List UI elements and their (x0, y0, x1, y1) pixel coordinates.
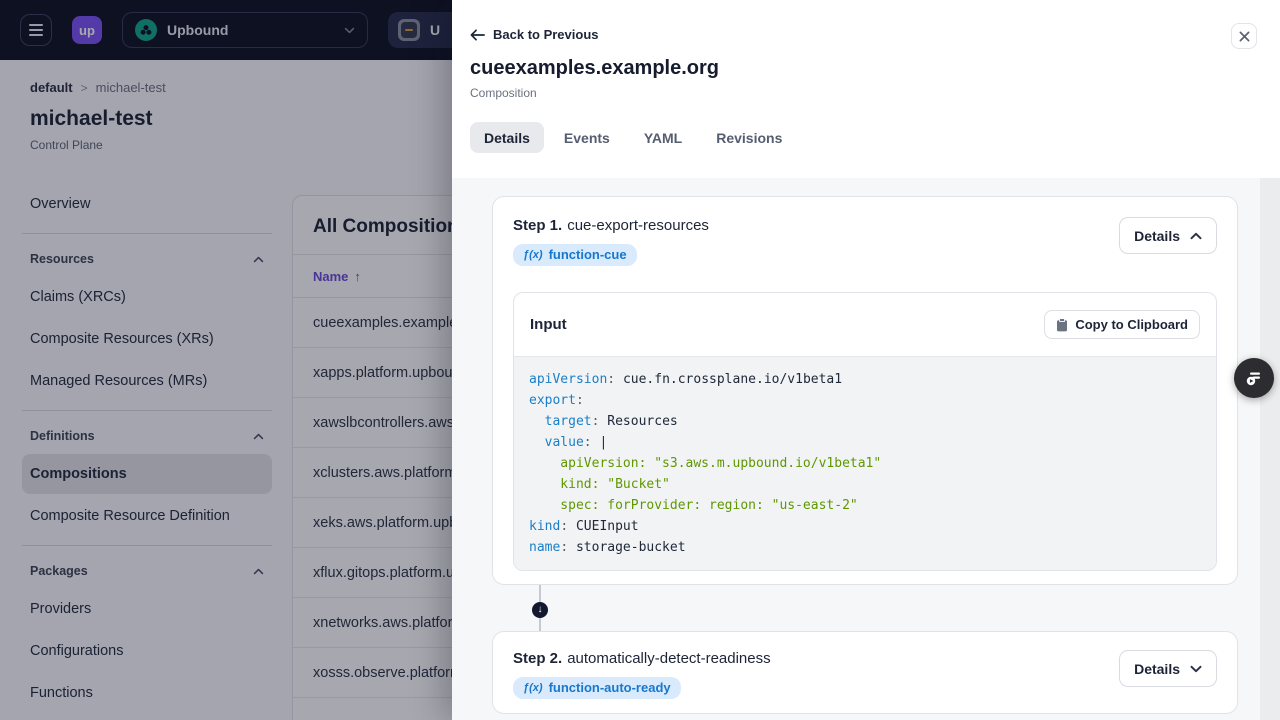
back-to-previous-link[interactable]: Back to Previous (470, 27, 599, 42)
function-badge-label: function-auto-ready (548, 680, 671, 695)
feedback-widget-button[interactable] (1234, 358, 1274, 398)
step-1-title: Step 1. cue-export-resources (513, 217, 709, 234)
step-connector: ↓ (492, 585, 1238, 631)
back-arrow-icon (470, 28, 485, 41)
function-icon: ƒ(x) (523, 248, 543, 261)
clipboard-icon (1057, 317, 1068, 331)
close-icon (1239, 31, 1249, 41)
back-label: Back to Previous (493, 27, 599, 42)
tab-yaml[interactable]: YAML (630, 122, 696, 153)
panel-header: Back to Previous cueexamples.example.org… (452, 0, 1280, 153)
scrollbar-track[interactable] (1260, 178, 1280, 720)
input-heading: Input (530, 316, 567, 333)
panel-subtitle: Composition (470, 86, 537, 100)
step-1-function-badge[interactable]: ƒ(x) function-cue (513, 244, 637, 266)
tab-events[interactable]: Events (550, 122, 624, 153)
composition-detail-panel: Back to Previous cueexamples.example.org… (452, 0, 1280, 720)
close-button[interactable] (1231, 23, 1257, 49)
step-2-details-button[interactable]: Details (1119, 650, 1217, 687)
panel-content: Step 1. cue-export-resources ƒ(x) functio… (452, 178, 1280, 720)
step-2-function-badge[interactable]: ƒ(x) function-auto-ready (513, 677, 681, 699)
step-1-details-button[interactable]: Details (1119, 217, 1217, 254)
chevron-down-icon (1190, 665, 1202, 672)
panel-title: cueexamples.example.org (470, 57, 720, 79)
chevron-up-icon (1190, 232, 1202, 239)
tab-bar: Details Events YAML Revisions (470, 122, 1262, 153)
input-card: Input Copy to Clipboard apiVersion: cue.… (513, 292, 1217, 571)
tab-details[interactable]: Details (470, 122, 544, 153)
copy-to-clipboard-button[interactable]: Copy to Clipboard (1044, 310, 1200, 339)
function-icon: ƒ(x) (523, 681, 543, 694)
step-2-card: Step 2. automatically-detect-readiness ƒ(… (492, 631, 1238, 714)
code-block[interactable]: apiVersion: cue.fn.crossplane.io/v1beta1… (514, 356, 1216, 570)
step-1-card: Step 1. cue-export-resources ƒ(x) functio… (492, 196, 1238, 585)
arrow-down-icon: ↓ (532, 602, 548, 618)
tab-revisions[interactable]: Revisions (702, 122, 796, 153)
step-2-title: Step 2. automatically-detect-readiness (513, 650, 771, 667)
feedback-list-icon (1246, 372, 1260, 386)
function-badge-label: function-cue (548, 247, 627, 262)
